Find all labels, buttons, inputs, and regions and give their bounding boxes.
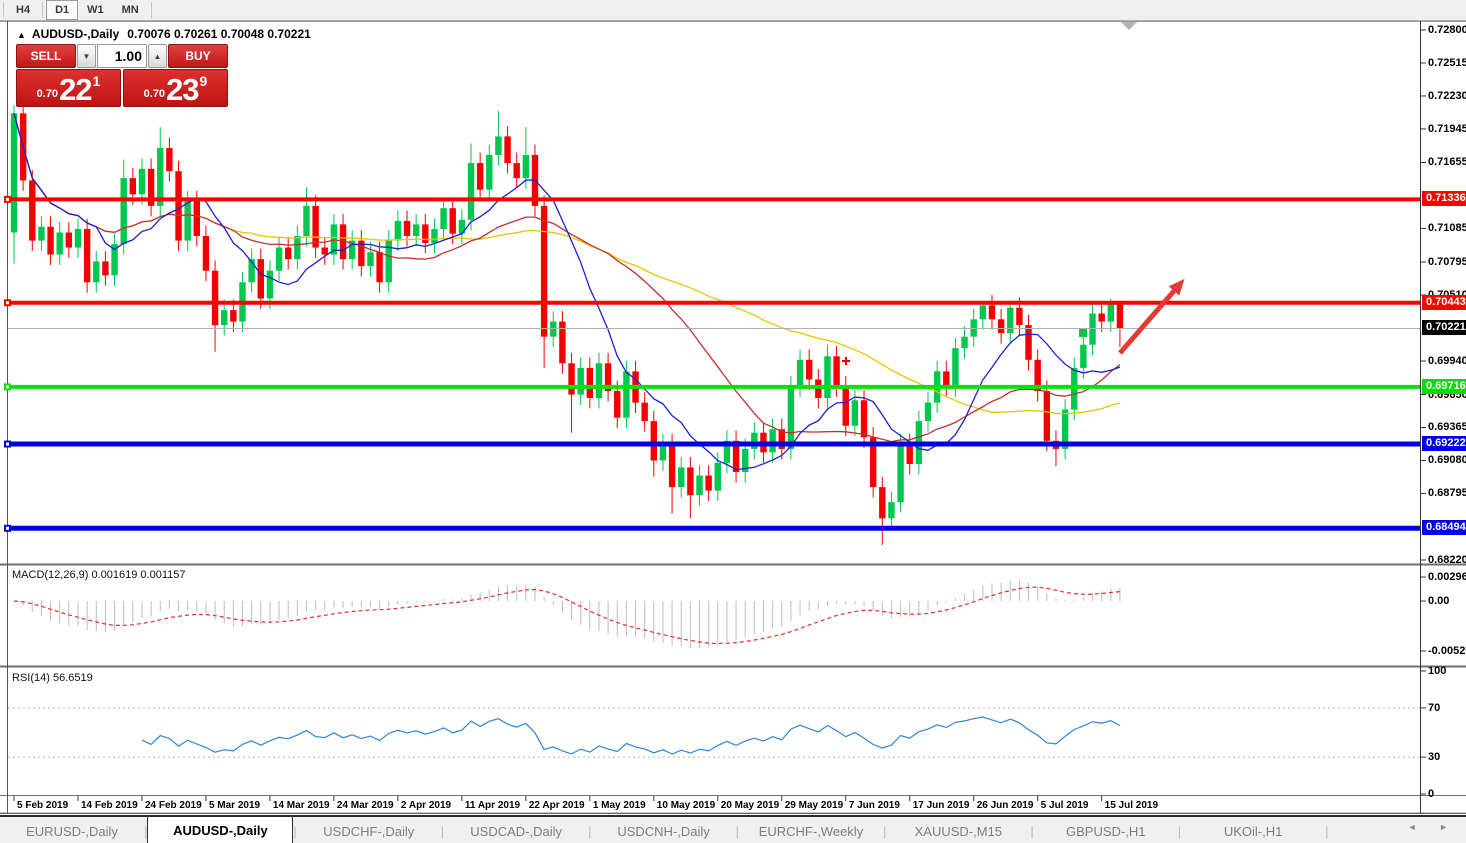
buy-button[interactable]: BUY xyxy=(168,44,228,68)
collapse-panel-icon[interactable]: ▲ xyxy=(17,30,26,40)
buy-price-small: 0.70 xyxy=(144,88,165,100)
trend-arrow-line xyxy=(1120,291,1174,353)
buy-price-display[interactable]: 0.70 23 9 xyxy=(123,69,228,107)
buy-price-pip: 9 xyxy=(200,73,208,89)
price-chart-surface[interactable] xyxy=(0,0,1466,843)
macd-signal-line xyxy=(14,587,1120,643)
volume-input[interactable] xyxy=(97,44,147,68)
chart-tab-usdcad-daily[interactable]: USDCAD-,Daily xyxy=(444,817,588,843)
sell-price-small: 0.70 xyxy=(37,88,58,100)
moving-average-line xyxy=(14,113,1120,469)
buy-price-big: 23 xyxy=(166,77,198,103)
timeframe-button-d1[interactable]: D1 xyxy=(46,0,78,20)
timeframe-button-mn[interactable]: MN xyxy=(113,0,148,20)
level-anchor-dot xyxy=(6,301,9,304)
chart-tab-eurusd-daily[interactable]: EURUSD-,Daily xyxy=(0,817,144,843)
chart-tab-usdchf-daily[interactable]: USDCHF-,Daily xyxy=(297,817,441,843)
tab-separator: | xyxy=(1325,824,1328,839)
level-anchor-dot xyxy=(6,443,9,446)
one-click-trading-panel: SELL ▼ ▲ BUY 0.70 22 1 0.70 23 9 xyxy=(16,44,228,107)
level-anchor-dot xyxy=(6,198,9,201)
toolbar-separator xyxy=(3,2,4,18)
chart-tab-usdcnh-daily[interactable]: USDCNH-,Daily xyxy=(592,817,736,843)
terminal-window: H4D1W1MN 0.728000.725150.722300.719450.7… xyxy=(0,0,1466,843)
chart-tab-ukoil-h1[interactable]: UKOil-,H1 xyxy=(1181,817,1325,843)
level-anchor-dot xyxy=(6,385,9,388)
timeframe-toolbar: H4 D1W1MN xyxy=(0,0,1466,21)
volume-decrease-button[interactable]: ▼ xyxy=(77,44,96,68)
chart-tab-audusd-daily[interactable]: AUDUSD-,Daily xyxy=(147,817,293,843)
toolbar-separator xyxy=(42,2,43,18)
chart-tab-eurchf-weekly[interactable]: EURCHF-,Weekly xyxy=(739,817,883,843)
sell-price-big: 22 xyxy=(59,77,91,103)
chevron-down-icon[interactable] xyxy=(1121,22,1137,30)
level-anchor-dot xyxy=(6,527,9,530)
timeframe-button-w1[interactable]: W1 xyxy=(78,0,113,20)
chart-tab-bar: EURUSD-,Daily|AUDUSD-,Daily|USDCHF-,Dail… xyxy=(0,815,1466,843)
chart-ohlc-values: 0.70076 0.70261 0.70048 0.70221 xyxy=(127,27,311,41)
tab-scroll-right-button[interactable]: ► xyxy=(1439,822,1458,832)
candlesticks xyxy=(11,88,1123,545)
sell-price-display[interactable]: 0.70 22 1 xyxy=(16,69,121,107)
volume-increase-button[interactable]: ▲ xyxy=(148,44,167,68)
moving-average-line xyxy=(14,113,1120,441)
chart-symbol-title: AUDUSD-,Daily xyxy=(32,27,119,41)
tab-scroll-left-button[interactable]: ◄ xyxy=(1408,822,1427,832)
toolbar-separator xyxy=(151,2,152,18)
macd-histogram xyxy=(14,581,1120,648)
sell-button[interactable]: SELL xyxy=(16,44,76,68)
sell-price-pip: 1 xyxy=(93,73,101,89)
tab-scroll-arrows: ◄ ► xyxy=(1408,822,1458,832)
chart-tab-xauusd-m15[interactable]: XAUUSD-,M15 xyxy=(886,817,1030,843)
chart-tab-gbpusd-h1[interactable]: GBPUSD-,H1 xyxy=(1034,817,1178,843)
trade-marker-square xyxy=(1079,329,1087,337)
timeframe-button-h4[interactable]: H4 xyxy=(7,0,39,20)
chart-header: ▲ AUDUSD-,Daily 0.70076 0.70261 0.70048 0.… xyxy=(17,27,311,41)
rsi-line xyxy=(142,717,1120,754)
